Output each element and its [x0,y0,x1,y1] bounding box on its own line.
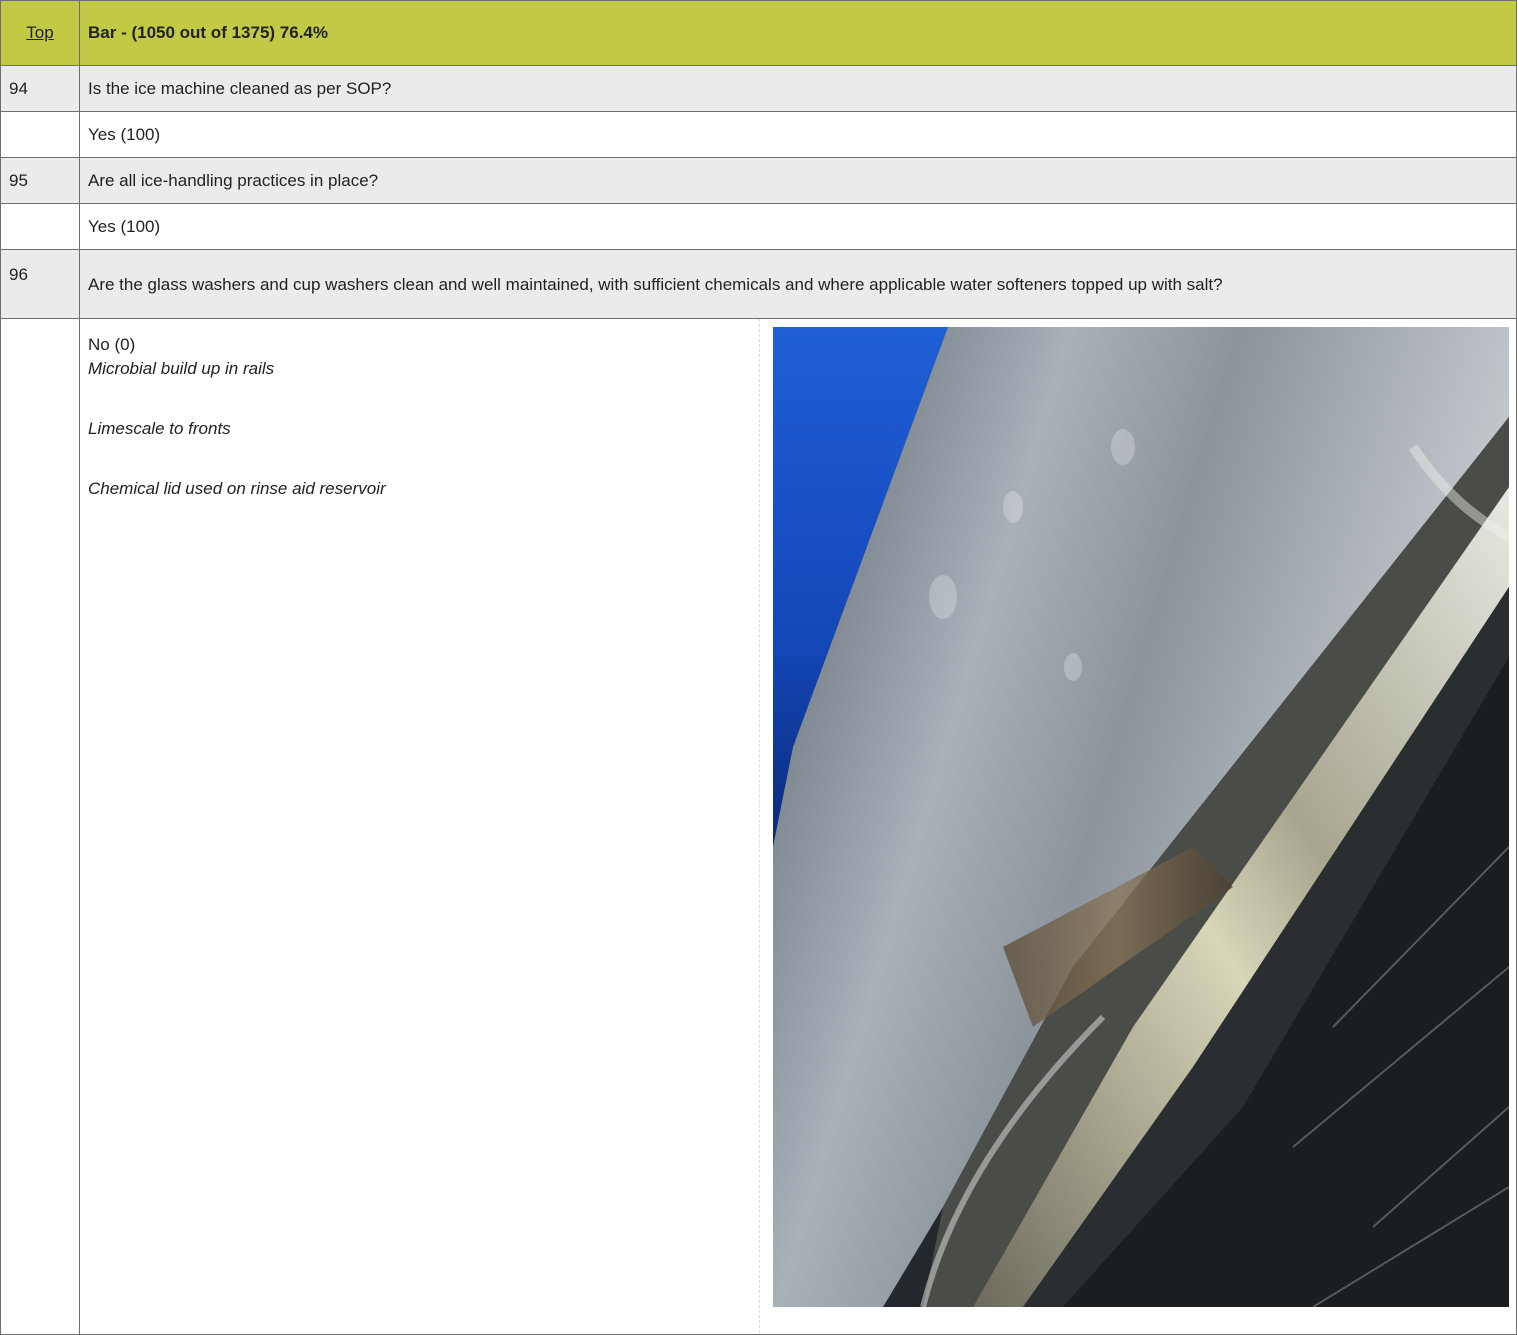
answer-detail-cell: No (0) Microbial build up in rails Limes… [79,318,1517,1335]
question-row-94: 94 Is the ice machine cleaned as per SOP… [0,65,1517,112]
section-header-row: Top Bar - (1050 out of 1375) 76.4% [0,0,1517,66]
comment-line: Chemical lid used on rinse aid reservoir [88,479,386,498]
answer-row-94: Yes (100) [0,111,1517,158]
question-text: Are the glass washers and cup washers cl… [79,249,1517,319]
evidence-photo-graphic [773,327,1509,1307]
question-row-96: 96 Are the glass washers and cup washers… [0,249,1517,319]
answer-number-cell [0,111,80,158]
question-number: 96 [0,249,80,319]
question-text: Are all ice-handling practices in place? [79,157,1517,204]
answer-value: Yes (100) [79,203,1517,250]
top-link[interactable]: Top [26,23,53,42]
comment-line: Limescale to fronts [88,419,231,438]
answer-detail-text: No (0) Microbial build up in rails Limes… [80,319,760,1333]
top-link-cell: Top [0,0,80,66]
comment-line: Microbial build up in rails [88,359,275,378]
section-title: Bar - (1050 out of 1375) 76.4% [79,0,1517,66]
answer-row-95: Yes (100) [0,203,1517,250]
answer-row-96: No (0) Microbial build up in rails Limes… [0,318,1517,1335]
answer-number-cell [0,203,80,250]
audit-report-table: Top Bar - (1050 out of 1375) 76.4% 94 Is… [0,0,1517,1335]
evidence-photo[interactable] [773,327,1509,1307]
answer-value: Yes (100) [79,111,1517,158]
question-number: 94 [0,65,80,112]
question-text: Is the ice machine cleaned as per SOP? [79,65,1517,112]
question-number: 95 [0,157,80,204]
answer-number-cell [0,318,80,1335]
answer-value: No (0) [88,335,136,354]
question-row-95: 95 Are all ice-handling practices in pla… [0,157,1517,204]
